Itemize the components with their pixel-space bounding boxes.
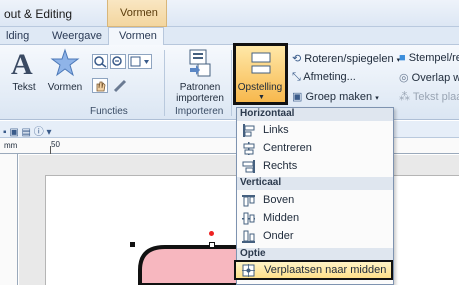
menu-item-links[interactable]: Links [237, 122, 393, 139]
align-right-icon [242, 160, 255, 173]
roteren-label: Roteren/spiegelen [304, 53, 394, 65]
patronen-label: Patronen [179, 82, 221, 93]
section-verticaal: Verticaal [237, 177, 393, 190]
context-tab-label: Vormen [120, 7, 158, 19]
dropdown-arrow-icon: ▼ [258, 94, 265, 101]
import-pattern-icon [189, 49, 211, 77]
tab-vormen[interactable]: Vormen [119, 30, 157, 42]
section-horizontaal: Horizontaal [237, 108, 393, 121]
tekst-plaats-label: Tekst plaats [412, 91, 459, 103]
menu-item-centreren[interactable]: Centreren [237, 140, 393, 157]
selection-handle[interactable] [130, 242, 135, 247]
group-separator-2 [231, 50, 232, 116]
align-center-icon [243, 142, 255, 155]
roteren-spiegelen-button[interactable]: ⟲ Roteren/spiegelen ▾ [292, 52, 400, 65]
selection-handle-top[interactable] [209, 242, 215, 248]
tab-layout[interactable]: lding [6, 30, 29, 42]
tekst-label: Tekst [12, 82, 36, 93]
vormen-button[interactable]: Vormen [44, 48, 86, 104]
vormen-label: Vormen [47, 82, 83, 93]
group-separator [164, 50, 165, 116]
groep-label: Groep maken [305, 91, 373, 103]
importeren-label: importeren [176, 93, 224, 104]
overlap-label: Overlap wi [411, 72, 459, 84]
align-top-icon [242, 195, 255, 207]
align-left-icon [243, 124, 255, 137]
patronen-importeren-button[interactable]: Patronen importeren [170, 48, 230, 104]
menu-item-onder[interactable]: Onder [237, 228, 393, 245]
afmeting-button[interactable]: ⤡ Afmeting... [292, 71, 356, 84]
hand-icon[interactable] [92, 78, 108, 93]
groep-maken-button[interactable]: ▣ Groep maken ▾ [292, 90, 379, 103]
align-middle-icon [242, 212, 255, 225]
overlap-icon: ◎ [399, 72, 409, 84]
quick-icons: ▪ ▣ ▤ ⓘ ▾ [3, 127, 52, 138]
pencil-icon[interactable] [112, 78, 128, 93]
opstelling-label: Opstelling [237, 82, 283, 93]
zoom-out-icon[interactable] [110, 54, 126, 69]
tekst-plaats-button[interactable]: ⁂ Tekst plaats [399, 90, 459, 103]
menu-item-rechts[interactable]: Rechts [237, 158, 393, 175]
move-to-center-icon [242, 264, 255, 277]
align-icon [251, 52, 271, 74]
menu-item-verplaatsen-naar-midden[interactable]: Verplaatsen naar midden [234, 260, 393, 280]
group-icon: ▣ [292, 91, 303, 103]
chevron-down-icon-2: ▾ [375, 95, 379, 102]
rotate-icon: ⟲ [292, 53, 302, 65]
text-path-icon: ⁂ [399, 91, 410, 103]
afmeting-label: Afmeting... [303, 71, 356, 83]
ruler-tick [50, 146, 51, 154]
opstelling-button[interactable]: Opstelling ▼ [233, 43, 288, 105]
importeren-group-label: Importeren [175, 106, 224, 117]
ruler-vertical [0, 154, 18, 285]
overlap-button[interactable]: ◎ Overlap wi [399, 71, 459, 84]
zoom-select-icon[interactable] [128, 54, 152, 69]
menu-item-boven[interactable]: Boven [237, 192, 393, 209]
letter-a-icon: A [11, 48, 33, 81]
window-title: out & Editing [4, 7, 73, 21]
align-bottom-icon [242, 230, 255, 243]
stamp-icon: ■ [399, 52, 406, 64]
selected-shape[interactable] [120, 225, 245, 285]
rotation-handle[interactable] [209, 231, 214, 236]
resize-icon: ⤡ [292, 71, 301, 83]
stempel-label: Stempel/re [408, 52, 459, 64]
zoom-in-icon[interactable] [92, 54, 108, 69]
tekst-button[interactable]: A Tekst [6, 48, 42, 104]
heart-star-icon [50, 48, 80, 77]
functies-group-label: Functies [90, 106, 128, 117]
ruler-unit: mm [4, 141, 18, 150]
ruler-mark-50: 50 [51, 140, 60, 149]
menu-item-midden[interactable]: Midden [237, 210, 393, 227]
stempel-button[interactable]: ■ Stempel/re [399, 52, 459, 64]
tab-weergave[interactable]: Weergave [52, 30, 102, 42]
